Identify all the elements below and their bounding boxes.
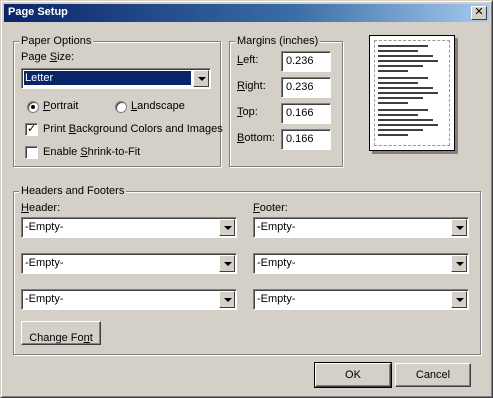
preview-margin-box: [374, 40, 450, 146]
chevron-down-icon[interactable]: [451, 219, 467, 236]
dialog-title: Page Setup: [8, 6, 68, 18]
margin-left-field[interactable]: 0.236: [281, 51, 331, 72]
preview-line: [378, 97, 423, 99]
margin-bottom-field[interactable]: 0.166: [281, 129, 331, 150]
preview-line: [378, 87, 433, 89]
preview-line: [378, 82, 418, 84]
preview-line: [378, 60, 438, 62]
margin-left-label: Left:: [237, 54, 259, 66]
margin-right-label: Right:: [237, 80, 266, 92]
title-bar[interactable]: Page Setup ✕: [4, 4, 489, 22]
chevron-down-icon[interactable]: [219, 291, 235, 308]
preview-line: [378, 134, 408, 136]
chevron-down-icon[interactable]: [193, 70, 209, 87]
chevron-down-icon[interactable]: [219, 219, 235, 236]
margin-top-field[interactable]: 0.166: [281, 103, 331, 124]
close-button[interactable]: ✕: [471, 6, 487, 20]
preview-line: [378, 50, 418, 52]
footer-select-3[interactable]: -Empty-: [253, 289, 469, 310]
preview-line: [378, 124, 438, 126]
preview-line: [378, 45, 428, 47]
margins-title: Margins (inches): [235, 35, 321, 47]
header-label: Header:: [21, 202, 61, 214]
page-size-label: Page Size:: [21, 51, 75, 63]
footer-select-2[interactable]: -Empty-: [253, 253, 469, 274]
print-background-label[interactable]: Print Background Colors and Images: [43, 123, 223, 135]
ok-button[interactable]: OK: [314, 362, 392, 388]
change-font-button[interactable]: Change Font: [21, 321, 101, 345]
preview-line: [378, 119, 433, 121]
close-icon: ✕: [474, 6, 484, 18]
preview-line: [378, 77, 428, 79]
footer-select-1[interactable]: -Empty-: [253, 217, 469, 238]
header-select-3[interactable]: -Empty-: [21, 289, 237, 310]
preview-line: [378, 109, 428, 111]
page-size-value: Letter: [24, 71, 191, 85]
cancel-button[interactable]: Cancel: [395, 363, 471, 387]
landscape-radio[interactable]: [115, 101, 127, 113]
paper-options-title: Paper Options: [19, 35, 94, 47]
page-size-select[interactable]: Letter: [21, 68, 211, 89]
footer-label: Footer:: [253, 202, 288, 214]
preview-line: [378, 102, 408, 104]
portrait-radio[interactable]: [27, 101, 39, 113]
page-setup-dialog: Page Setup ✕ Paper Options Page Size: Le…: [0, 0, 493, 398]
margin-right-field[interactable]: 0.236: [281, 77, 331, 98]
shrink-to-fit-checkbox[interactable]: [25, 146, 38, 159]
shrink-to-fit-label[interactable]: Enable Shrink-to-Fit: [43, 146, 140, 158]
header-select-1[interactable]: -Empty-: [21, 217, 237, 238]
portrait-label[interactable]: Portrait: [43, 100, 78, 112]
chevron-down-icon[interactable]: [451, 255, 467, 272]
landscape-label[interactable]: Landscape: [131, 100, 185, 112]
preview-line: [378, 114, 418, 116]
chevron-down-icon[interactable]: [451, 291, 467, 308]
header-select-2[interactable]: -Empty-: [21, 253, 237, 274]
preview-line: [378, 55, 433, 57]
margin-bottom-label: Bottom:: [237, 132, 275, 144]
chevron-down-icon[interactable]: [219, 255, 235, 272]
headers-footers-title: Headers and Footers: [19, 185, 127, 197]
print-background-checkbox[interactable]: [25, 122, 38, 136]
page-preview: [369, 35, 455, 151]
preview-line: [378, 70, 408, 72]
preview-line: [378, 92, 438, 94]
margin-top-label: Top:: [237, 106, 258, 118]
preview-line: [378, 65, 423, 67]
preview-line: [378, 129, 423, 131]
